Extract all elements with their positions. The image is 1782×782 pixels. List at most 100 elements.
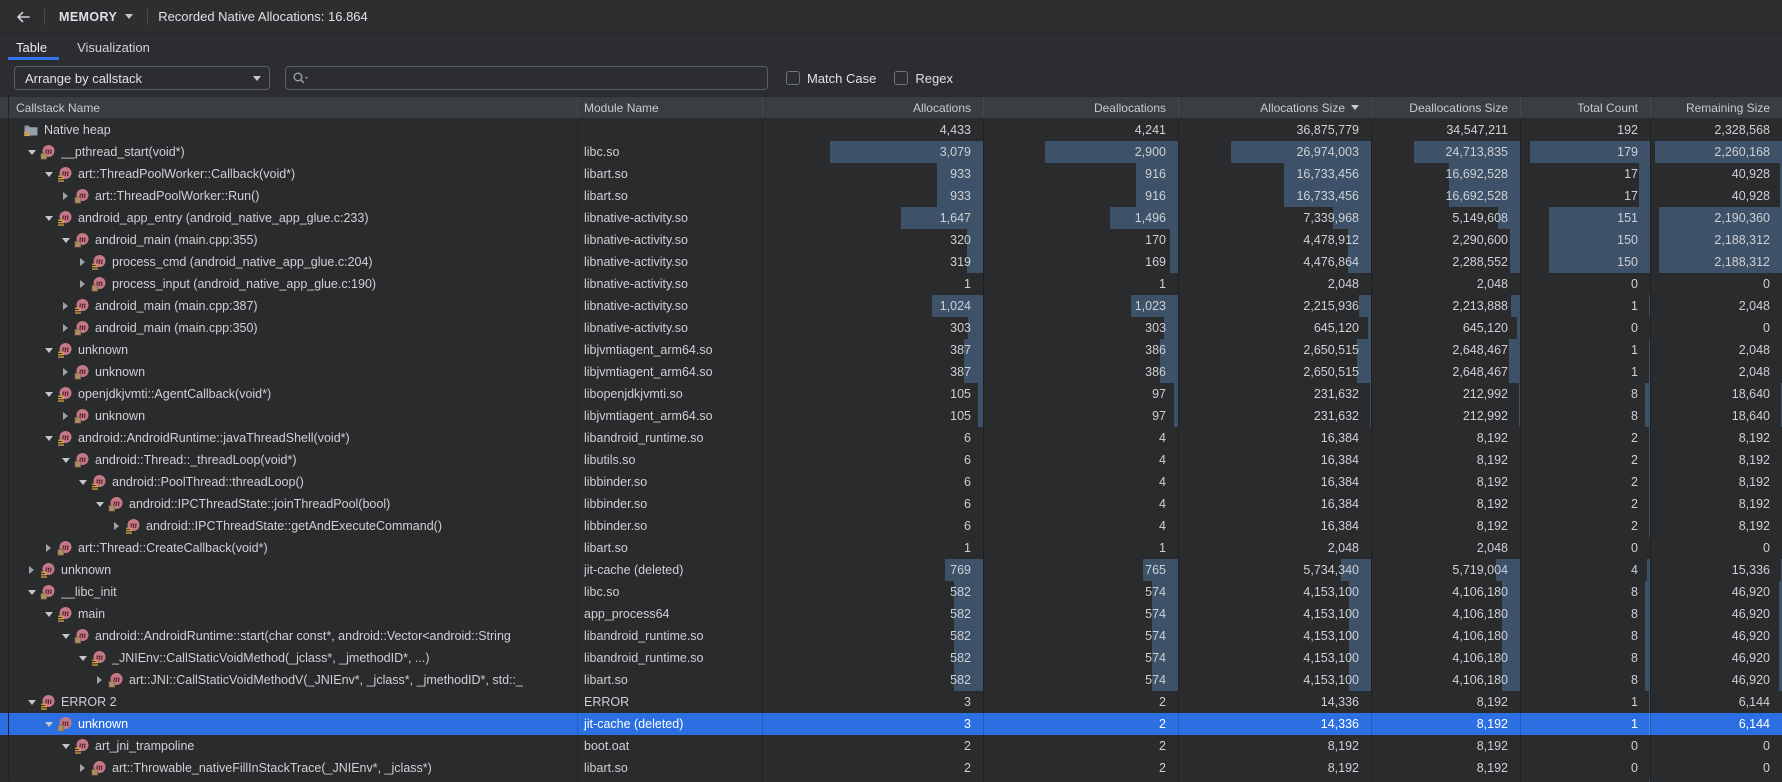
memory-session-dropdown[interactable]: MEMORY	[55, 10, 137, 24]
table-row[interactable]: m android::AndroidRuntime::start(char co…	[0, 625, 1782, 647]
table-row[interactable]: Native heap4,4334,24136,875,77934,547,21…	[0, 119, 1782, 141]
table-row[interactable]: m android::PoolThread::threadLoop()libbi…	[0, 471, 1782, 493]
table-row[interactable]: m art::Thread::CreateCallback(void*)liba…	[0, 537, 1782, 559]
tree-indent	[8, 724, 42, 725]
expand-arrow-icon[interactable]	[76, 258, 89, 266]
collapse-arrow-icon[interactable]	[42, 392, 55, 397]
collapse-arrow-icon[interactable]	[25, 150, 38, 155]
collapse-arrow-icon[interactable]	[25, 700, 38, 705]
table-row[interactable]: m unknownjit-cache (deleted)7697655,734,…	[0, 559, 1782, 581]
table-row[interactable]: m art_jni_trampolineboot.oat228,1928,192…	[0, 735, 1782, 757]
triangle-glyph	[29, 566, 34, 574]
back-button[interactable]	[12, 6, 34, 28]
column-header-allocations-size[interactable]: Allocations Size	[1179, 97, 1372, 118]
value-label: 1	[1631, 695, 1650, 709]
table-row[interactable]: m openjdkjvmti::AgentCallback(void*)libo…	[0, 383, 1782, 405]
expand-arrow-icon[interactable]	[59, 192, 72, 200]
table-row[interactable]: m android::IPCThreadState::joinThreadPoo…	[0, 493, 1782, 515]
collapse-arrow-icon[interactable]	[59, 744, 72, 749]
column-header-deallocations[interactable]: Deallocations	[984, 97, 1179, 118]
collapse-arrow-icon[interactable]	[59, 458, 72, 463]
expand-arrow-icon[interactable]	[59, 412, 72, 420]
table-row[interactable]: m android_main (main.cpp:387)libnative-a…	[0, 295, 1782, 317]
tab-visualization[interactable]: Visualization	[77, 34, 150, 60]
value-cell-remaining-size: 40,928	[1651, 163, 1782, 185]
value-cell-deallocations-size: 8,192	[1372, 471, 1521, 493]
collapse-arrow-icon[interactable]	[42, 172, 55, 177]
table-row[interactable]: m android_main (main.cpp:350)libnative-a…	[0, 317, 1782, 339]
column-header-total-count[interactable]: Total Count	[1521, 97, 1651, 118]
search-icon[interactable]	[292, 71, 310, 85]
search-field[interactable]	[285, 66, 768, 90]
collapse-arrow-icon[interactable]	[25, 590, 38, 595]
expand-arrow-icon[interactable]	[59, 324, 72, 332]
expand-arrow-icon[interactable]	[93, 676, 106, 684]
column-header-deallocations-size[interactable]: Deallocations Size	[1372, 97, 1521, 118]
value-label: 16,384	[1321, 453, 1371, 467]
table-row[interactable]: m unknownlibjvmtiagent_arm64.so3873862,6…	[0, 361, 1782, 383]
table-row[interactable]: m ERROR 2ERROR3214,3368,19216,144	[0, 691, 1782, 713]
value-cell-allocations-size: 8,192	[1179, 757, 1372, 779]
collapse-arrow-icon[interactable]	[42, 436, 55, 441]
table-row[interactable]: m unknownjit-cache (deleted)3214,3368,19…	[0, 713, 1782, 735]
table-row[interactable]: m __pthread_start(void*)libc.so3,0792,90…	[0, 141, 1782, 163]
table-row[interactable]: m mainapp_process645825744,153,1004,106,…	[0, 603, 1782, 625]
callstack-label: process_input (android_native_app_glue.c…	[112, 277, 376, 291]
search-input[interactable]	[316, 70, 761, 87]
table-row[interactable]: m process_input (android_native_app_glue…	[0, 273, 1782, 295]
expand-arrow-icon[interactable]	[59, 302, 72, 310]
value-label: 4,106,180	[1452, 607, 1520, 621]
collapse-arrow-icon[interactable]	[76, 656, 89, 661]
collapse-arrow-icon[interactable]	[76, 480, 89, 485]
regex-checkbox[interactable]	[894, 71, 908, 85]
triangle-glyph	[28, 700, 36, 705]
table-row[interactable]: m art::ThreadPoolWorker::Callback(void*)…	[0, 163, 1782, 185]
table-row[interactable]: m unknownlibjvmtiagent_arm64.so3873862,6…	[0, 339, 1782, 361]
module-cell: ERROR	[578, 691, 763, 713]
table-row[interactable]: m __libc_initlibc.so5825744,153,1004,106…	[0, 581, 1782, 603]
collapse-arrow-icon[interactable]	[42, 216, 55, 221]
regex-checkbox-group[interactable]: Regex	[894, 71, 953, 86]
tree-indent	[8, 460, 59, 461]
column-header-remaining-size[interactable]: Remaining Size	[1651, 97, 1782, 118]
table-row[interactable]: m android::Thread::_threadLoop(void*)lib…	[0, 449, 1782, 471]
collapse-arrow-icon[interactable]	[93, 502, 106, 507]
table-row[interactable]: m _JNIEnv::CallStaticVoidMethod(_jclass*…	[0, 647, 1782, 669]
arrange-by-dropdown[interactable]: Arrange by callstack	[14, 66, 270, 90]
value-label: 4	[1159, 475, 1178, 489]
expand-arrow-icon[interactable]	[25, 566, 38, 574]
collapse-arrow-icon[interactable]	[42, 722, 55, 727]
column-header-allocations[interactable]: Allocations	[763, 97, 984, 118]
collapse-arrow-icon[interactable]	[42, 612, 55, 617]
value-label: 582	[950, 651, 983, 665]
collapse-arrow-icon[interactable]	[42, 348, 55, 353]
expand-arrow-icon[interactable]	[59, 368, 72, 376]
module-cell: libandroid_runtime.so	[578, 647, 763, 669]
table-row[interactable]: m android::AndroidRuntime::javaThreadShe…	[0, 427, 1782, 449]
table-row[interactable]: m android_main (main.cpp:355)libnative-a…	[0, 229, 1782, 251]
value-label: 8	[1631, 387, 1650, 401]
collapse-arrow-icon[interactable]	[59, 238, 72, 243]
value-cell-allocations: 933	[763, 163, 984, 185]
expand-arrow-icon[interactable]	[110, 522, 123, 530]
value-label: 4	[1631, 563, 1650, 577]
expand-arrow-icon[interactable]	[42, 544, 55, 552]
table-row[interactable]: m process_cmd (android_native_app_glue.c…	[0, 251, 1782, 273]
column-header-callstack[interactable]: Callstack Name	[0, 97, 578, 118]
column-header-module[interactable]: Module Name	[578, 97, 763, 118]
match-case-checkbox[interactable]	[786, 71, 800, 85]
table-row[interactable]: m android::IPCThreadState::getAndExecute…	[0, 515, 1782, 537]
expand-arrow-icon[interactable]	[76, 764, 89, 772]
table-row[interactable]: m android_app_entry (android_native_app_…	[0, 207, 1782, 229]
table-row[interactable]: m art::JNI::CallStaticVoidMethodV(_JNIEn…	[0, 669, 1782, 691]
value-label: 26,974,003	[1296, 145, 1371, 159]
collapse-arrow-icon[interactable]	[59, 634, 72, 639]
tab-table[interactable]: Table	[16, 34, 47, 60]
table-row[interactable]: m unknownlibjvmtiagent_arm64.so10597231,…	[0, 405, 1782, 427]
regex-label: Regex	[915, 71, 953, 86]
value-cell-deallocations-size: 2,648,467	[1372, 361, 1521, 383]
table-row[interactable]: m art::Throwable_nativeFillInStackTrace(…	[0, 757, 1782, 779]
expand-arrow-icon[interactable]	[76, 280, 89, 288]
match-case-checkbox-group[interactable]: Match Case	[786, 71, 876, 86]
table-row[interactable]: m art::ThreadPoolWorker::Run()libart.so9…	[0, 185, 1782, 207]
